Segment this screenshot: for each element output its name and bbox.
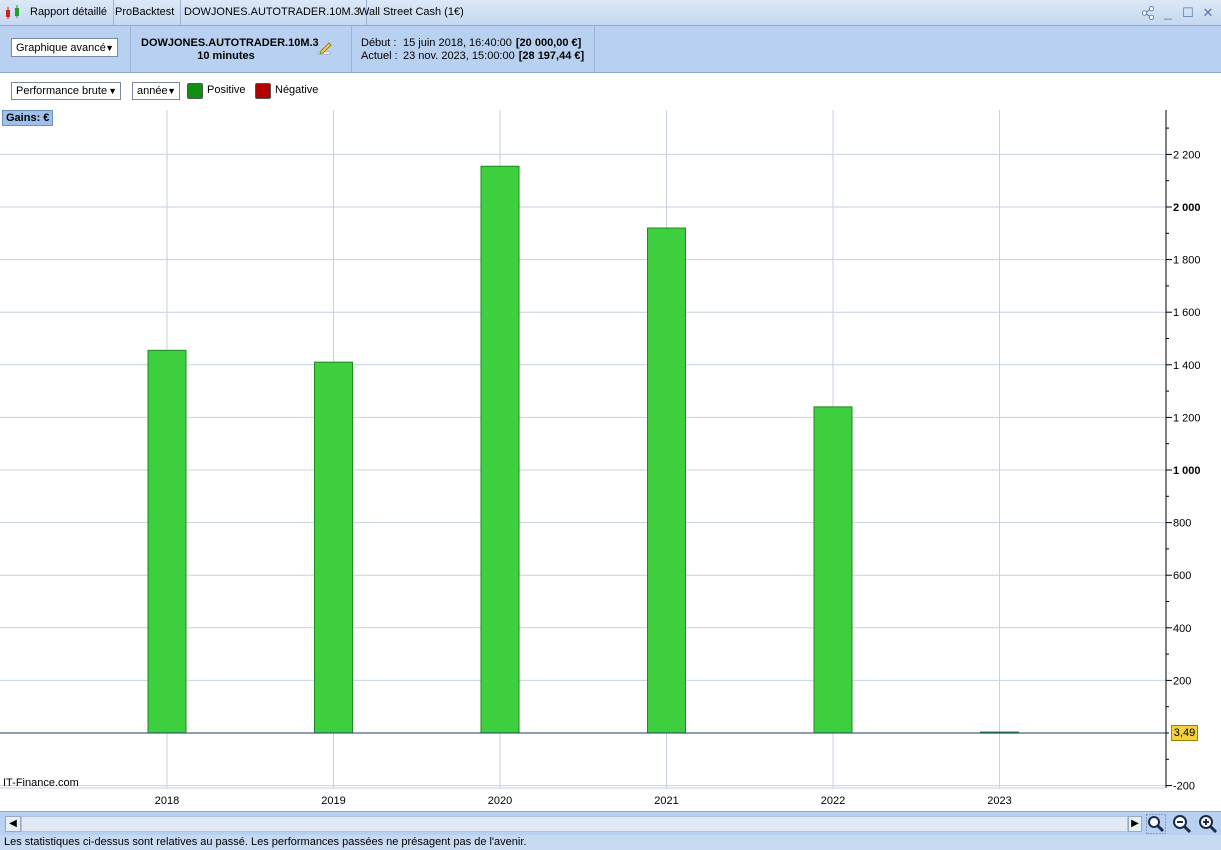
status-bar: Les statistiques ci-dessus sont relative… — [0, 835, 1221, 850]
metric-select[interactable]: Performance brute ▼ — [11, 82, 121, 100]
tab-probacktest[interactable]: ProBacktest — [109, 0, 182, 25]
y-tick-label: 1 200 — [1173, 412, 1201, 424]
zoom-fit-icon[interactable] — [1146, 814, 1166, 834]
system-box: DOWJONES.AUTOTRADER.10M.3 10 minutes — [130, 26, 352, 72]
negative-color-swatch[interactable] — [255, 83, 271, 99]
window-controls: _ ☐ ✕ — [1141, 4, 1215, 22]
x-tick-label: 2018 — [155, 795, 179, 807]
tab-detailed-report[interactable]: Rapport détaillé — [24, 0, 115, 25]
y-axis-ticks: -200 200 400 600 800 1 000 1 200 1 400 1 600 1 80… — [1166, 127, 1201, 793]
bar — [647, 227, 686, 734]
watermark: IT-Finance.com — [3, 777, 79, 789]
bars — [147, 165, 1019, 734]
bar — [314, 361, 353, 734]
positive-color-swatch[interactable] — [187, 83, 203, 99]
chevron-down-icon: ▼ — [167, 86, 176, 96]
y-axis-title: Gains: € — [2, 110, 54, 126]
vertical-grid — [166, 110, 1000, 788]
negative-label: Négative — [275, 84, 319, 96]
y-tick-label: 800 — [1173, 518, 1191, 530]
y-tick-label: -200 — [1173, 781, 1195, 793]
edit-pencil-icon[interactable] — [317, 40, 333, 56]
start-capital: [20 000,00 €] — [515, 37, 582, 49]
system-name: DOWJONES.AUTOTRADER.10M.3 — [141, 37, 319, 49]
divider — [594, 26, 595, 72]
performance-bar-chart: -200 200 400 600 800 1 000 1 200 1 400 1 600 1 80… — [0, 110, 1201, 807]
chevron-down-icon: ▼ — [105, 43, 114, 53]
x-tick-label: 2021 — [654, 795, 678, 807]
period-select[interactable]: année ▼ — [132, 82, 180, 100]
x-tick-label: 2019 — [321, 795, 345, 807]
scroll-left-icon[interactable]: ◀ — [5, 816, 21, 832]
scroll-right-icon[interactable]: ▶ — [1128, 816, 1142, 832]
x-axis-ticks: 2018 2019 2020 2021 2022 2023 — [0, 787, 1166, 807]
view-mode-select[interactable]: Graphique avancé ▼ — [11, 38, 118, 57]
minimize-icon[interactable]: _ — [1161, 6, 1175, 20]
tab-system-name[interactable]: DOWJONES.AUTOTRADER.10M.3 — [178, 0, 367, 25]
share-icon[interactable] — [1141, 6, 1155, 20]
system-timeframe: 10 minutes — [197, 50, 255, 62]
y-tick-label: 1 800 — [1173, 255, 1201, 267]
app-candlestick-icon — [6, 5, 19, 19]
zoom-in-icon[interactable] — [1198, 814, 1218, 834]
period-value: année — [137, 85, 168, 97]
current-label: Actuel : — [361, 50, 398, 62]
zoom-out-icon[interactable] — [1172, 814, 1192, 834]
last-value-badge: 3,49 — [1171, 725, 1198, 741]
current-date: 23 nov. 2023, 15:00:00 — [403, 50, 515, 62]
y-tick-label: 1 400 — [1173, 360, 1201, 372]
view-mode-value: Graphique avancé — [16, 42, 106, 54]
bar — [147, 349, 187, 734]
info-bar: Graphique avancé ▼ DOWJONES.AUTOTRADER.1… — [0, 26, 1221, 73]
backtest-dates: Début : 15 juin 2018, 16:40:00 [20 000,00 … — [361, 37, 584, 63]
horizontal-scrollbar[interactable]: ◀ ▶ — [0, 811, 1221, 835]
maximize-icon[interactable]: ☐ — [1181, 6, 1195, 20]
scroll-track[interactable] — [21, 816, 1128, 832]
chart-controls: Performance brute ▼ année ▼ Positive Nég… — [0, 73, 1221, 109]
y-tick-label: 2 200 — [1173, 149, 1201, 161]
start-date: 15 juin 2018, 16:40:00 — [403, 37, 512, 49]
metric-value: Performance brute — [16, 85, 108, 97]
current-capital: [28 197,44 €] — [518, 50, 585, 62]
start-label: Début : — [361, 37, 397, 49]
y-tick-label: 1 600 — [1173, 307, 1201, 319]
x-tick-label: 2023 — [987, 795, 1011, 807]
y-tick-label: 400 — [1173, 623, 1191, 635]
y-tick-label: 200 — [1173, 675, 1191, 687]
x-tick-label: 2022 — [821, 795, 845, 807]
bar — [813, 406, 853, 734]
title-bar: Rapport détaillé ProBacktest DOWJONES.AU… — [0, 0, 1221, 26]
y-tick-label: 2 000 — [1173, 202, 1201, 214]
x-tick-label: 2020 — [488, 795, 512, 807]
y-tick-label: 600 — [1173, 570, 1191, 582]
tab-instrument[interactable]: Wall Street Cash (1€) — [353, 0, 470, 25]
chevron-down-icon: ▼ — [108, 86, 117, 96]
close-icon[interactable]: ✕ — [1201, 6, 1215, 20]
positive-label: Positive — [207, 84, 246, 96]
bar — [480, 165, 520, 734]
y-tick-label: 1 000 — [1173, 465, 1201, 477]
